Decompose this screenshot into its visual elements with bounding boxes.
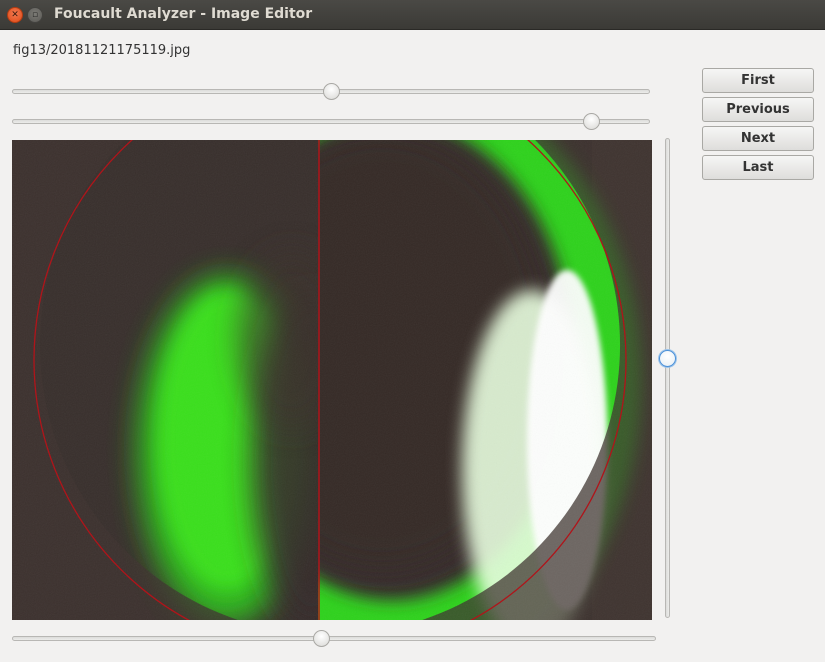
close-icon: ✕ — [11, 10, 19, 20]
previous-button[interactable]: Previous — [702, 97, 814, 122]
top-slider-2[interactable] — [12, 111, 650, 131]
close-button[interactable]: ✕ — [7, 7, 23, 23]
top-slider-1[interactable] — [12, 81, 650, 101]
slider-thumb[interactable] — [313, 630, 330, 647]
slider-thumb[interactable] — [583, 113, 600, 130]
bottom-slider[interactable] — [12, 628, 656, 648]
minimize-icon: ▫ — [31, 10, 39, 20]
last-button[interactable]: Last — [702, 155, 814, 180]
minimize-button[interactable]: ▫ — [27, 7, 43, 23]
slider-thumb[interactable] — [323, 83, 340, 100]
foucault-image-render — [12, 140, 652, 620]
window-title: Foucault Analyzer - Image Editor — [54, 6, 313, 22]
slider-track — [665, 138, 670, 618]
slider-thumb[interactable] — [659, 350, 676, 367]
next-button[interactable]: Next — [702, 126, 814, 151]
image-filename: fig13/20181121175119.jpg — [13, 43, 191, 58]
image-editor-window: ✕ ▫ Foucault Analyzer - Image Editor fig… — [0, 0, 825, 662]
first-button[interactable]: First — [702, 68, 814, 93]
slider-track — [12, 636, 656, 641]
slider-track — [12, 119, 650, 124]
vertical-slider[interactable] — [658, 138, 678, 618]
foucault-image[interactable] — [12, 140, 652, 620]
title-bar: ✕ ▫ Foucault Analyzer - Image Editor — [0, 0, 825, 30]
